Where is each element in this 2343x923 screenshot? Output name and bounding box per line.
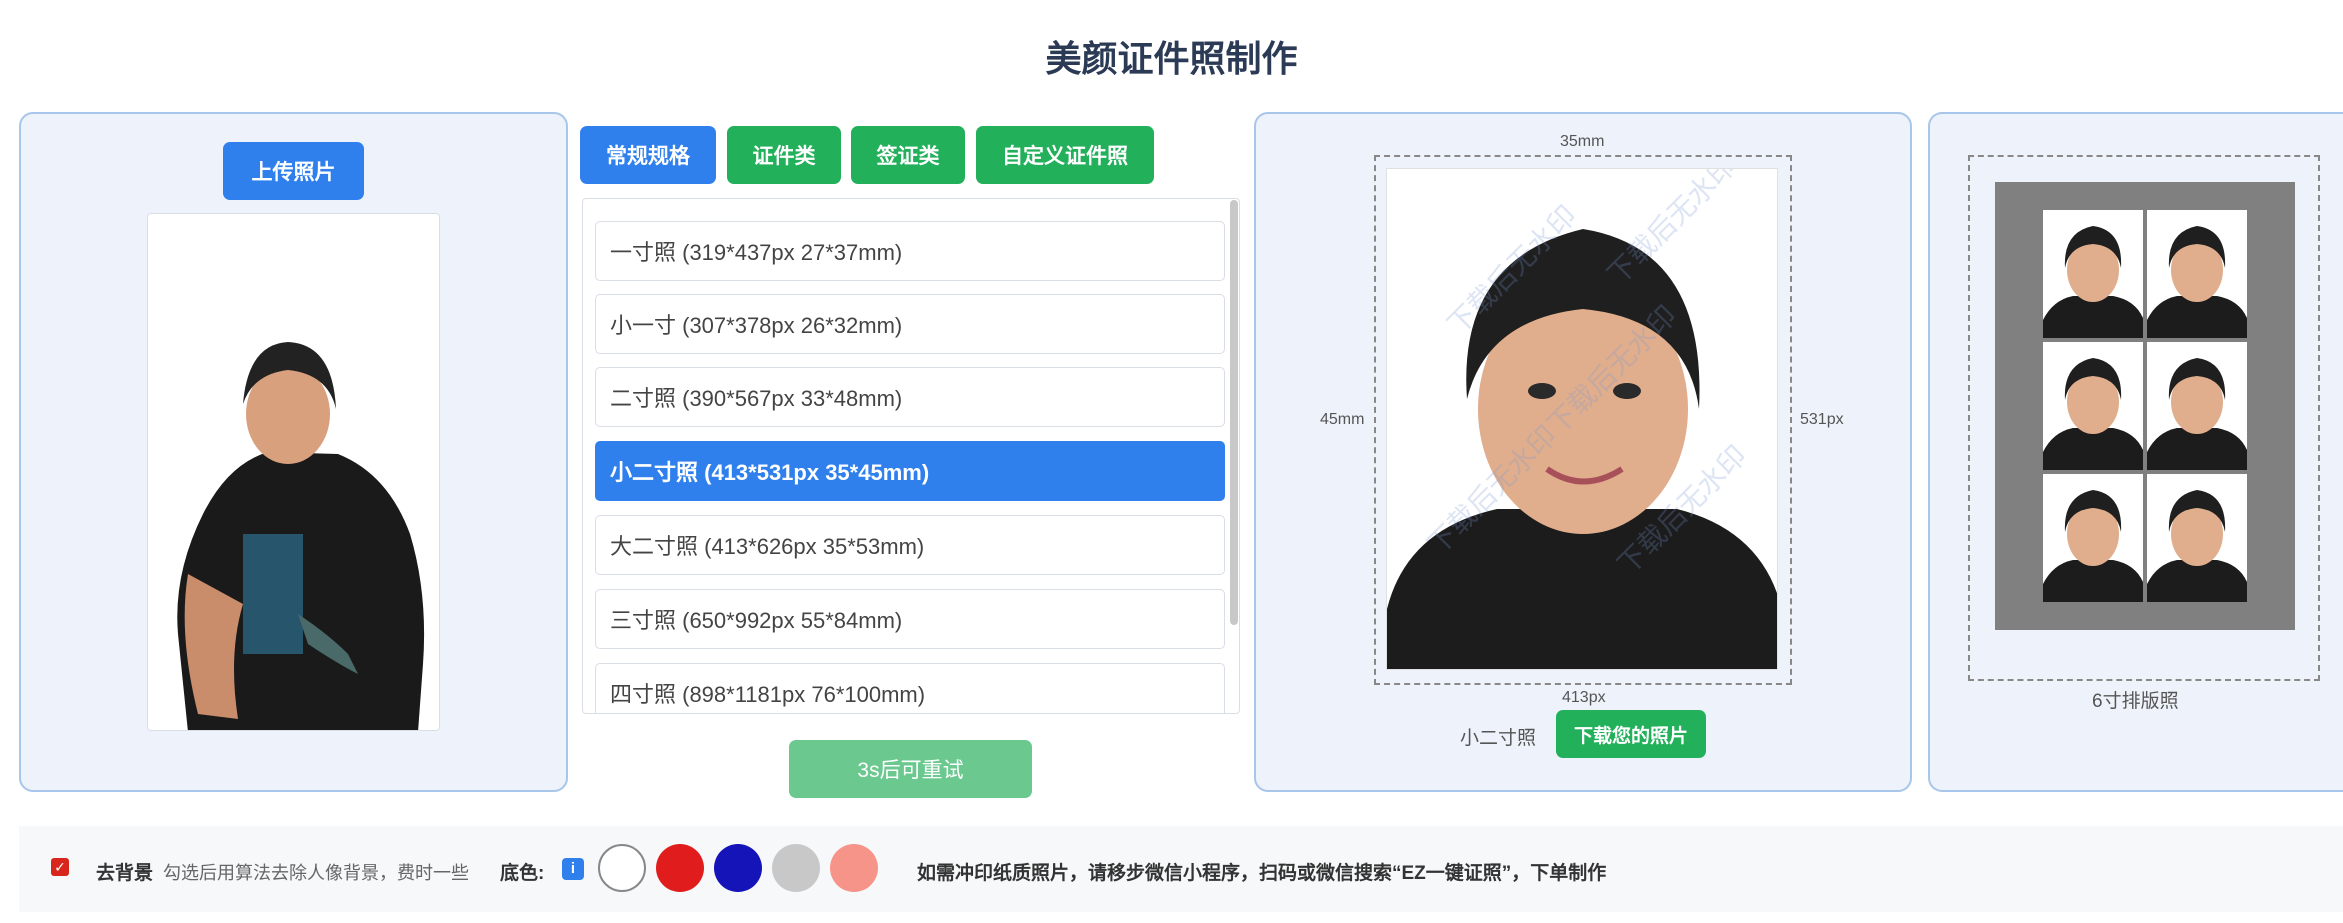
color-swatch-gray[interactable] <box>772 844 820 892</box>
spec-list-scrollbar[interactable] <box>1230 200 1238 625</box>
layout-thumb <box>2147 342 2247 470</box>
dimension-right: 531px <box>1800 411 1844 428</box>
download-photo-button[interactable]: 下载您的照片 <box>1556 710 1706 758</box>
tab-regular[interactable]: 常规规格 <box>580 126 716 184</box>
spec-item[interactable]: 一寸照 (319*437px 27*37mm) <box>595 221 1225 281</box>
dimension-left: 45mm <box>1320 411 1365 428</box>
tab-custom[interactable]: 自定义证件照 <box>976 126 1154 184</box>
dimension-bottom: 413px <box>1562 689 1606 706</box>
color-swatch-pink[interactable] <box>830 844 878 892</box>
spec-item[interactable]: 小一寸 (307*378px 26*32mm) <box>595 294 1225 354</box>
layout-thumb <box>2043 342 2143 470</box>
tab-id-card[interactable]: 证件类 <box>727 126 841 184</box>
person-photo-image <box>177 342 425 730</box>
spec-item[interactable]: 四寸照 (898*1181px 76*100mm) <box>595 663 1225 713</box>
remove-background-hint: 勾选后用算法去除人像背景，费时一些 <box>163 863 469 883</box>
layout-sheet-label: 6寸排版照 <box>2092 691 2179 712</box>
spec-list: 一寸照 (319*437px 27*37mm) 小一寸 (307*378px 2… <box>582 198 1240 714</box>
retry-button[interactable]: 3s后可重试 <box>789 740 1032 798</box>
uploaded-photo <box>147 213 440 731</box>
dimension-top: 35mm <box>1560 133 1605 150</box>
print-notice: 如需冲印纸质照片，请移步微信小程序，扫码或微信搜索“EZ一键证照”，下单制作 <box>917 863 1607 884</box>
color-swatch-white[interactable] <box>598 844 646 892</box>
bg-color-label: 底色: <box>500 863 545 884</box>
tab-visa[interactable]: 签证类 <box>851 126 965 184</box>
remove-background-label: 去背景 <box>96 863 154 884</box>
preview-photo: 下载后无水印 下载后无水印 下载后无水印 下载后无水印 下载后无水印 <box>1386 168 1778 670</box>
layout-thumb <box>2147 474 2247 602</box>
color-swatch-blue[interactable] <box>714 844 762 892</box>
layout-thumb <box>2043 210 2143 338</box>
color-swatch-red[interactable] <box>656 844 704 892</box>
info-icon[interactable]: i <box>562 858 584 880</box>
upload-photo-button[interactable]: 上传照片 <box>223 142 364 200</box>
layout-sheet <box>1995 182 2295 630</box>
remove-background-checkbox[interactable]: ✓ <box>51 858 69 876</box>
layout-thumb <box>2147 210 2247 338</box>
page-title: 美颜证件照制作 <box>1045 38 1298 79</box>
spec-item-selected[interactable]: 小二寸照 (413*531px 35*45mm) <box>595 441 1225 501</box>
spec-item[interactable]: 三寸照 (650*992px 55*84mm) <box>595 589 1225 649</box>
spec-item[interactable]: 二寸照 (390*567px 33*48mm) <box>595 367 1225 427</box>
spec-item[interactable]: 大二寸照 (413*626px 35*53mm) <box>595 515 1225 575</box>
selected-size-name: 小二寸照 <box>1460 728 1537 749</box>
layout-thumb <box>2043 474 2143 602</box>
